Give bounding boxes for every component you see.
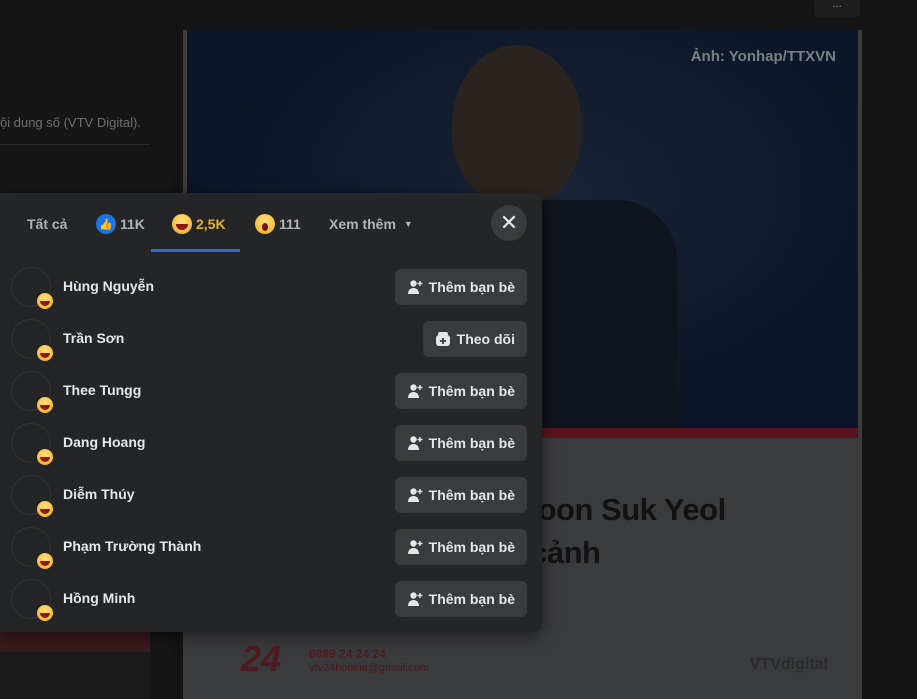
tab-label: Tất cả	[27, 216, 68, 232]
list-item: Hồng Minh Thêm bạn bè	[0, 579, 542, 650]
tab-count: 2,5K	[196, 216, 226, 232]
person-name[interactable]: Thee Tungg	[63, 382, 141, 398]
tab-wow[interactable]: 111	[255, 209, 301, 239]
divider	[0, 144, 150, 145]
caret-down-icon: ▼	[403, 219, 413, 229]
add-friend-button[interactable]: Thêm bạn bè	[394, 269, 527, 305]
add-friend-icon	[407, 540, 423, 554]
contact-info: 0889 24 24 24 vtv24hotline@gmail.com	[309, 648, 429, 675]
follow-button[interactable]: Theo dõi	[422, 321, 527, 357]
top-bar: ...	[0, 0, 917, 30]
button-label: Thêm bạn bè	[428, 435, 515, 451]
button-label: Theo dõi	[456, 331, 515, 347]
close-button[interactable]: ✕	[491, 205, 527, 241]
follow-icon	[435, 332, 450, 346]
button-label: Thêm bạn bè	[428, 591, 515, 607]
add-friend-button[interactable]: Thêm bạn bè	[394, 581, 527, 617]
active-tab-indicator	[151, 249, 240, 252]
person-name[interactable]: Phạm Trường Thành	[63, 538, 201, 554]
haha-icon	[37, 293, 53, 309]
haha-icon	[37, 501, 53, 517]
vtv-digital-logo: VTVdigital	[749, 656, 828, 673]
tab-like[interactable]: 👍 11K	[96, 209, 145, 239]
button-label: Thêm bạn bè	[428, 279, 515, 295]
add-friend-icon	[407, 592, 423, 606]
post-caption-fragment: ội dung số (VTV Digital).	[0, 115, 141, 130]
tab-more[interactable]: Xem thêm ▼	[329, 209, 413, 239]
add-friend-icon	[407, 280, 423, 294]
photo-credit: Ảnh: Yonhap/TTXVN	[690, 48, 836, 65]
add-friend-button[interactable]: Thêm bạn bè	[394, 529, 527, 565]
button-label: Thêm bạn bè	[428, 539, 515, 555]
tab-all[interactable]: Tất cả	[27, 209, 67, 239]
add-friend-button[interactable]: Thêm bạn bè	[394, 425, 527, 461]
add-friend-icon	[407, 488, 423, 502]
reactions-dialog: Tất cả 👍 11K 2,5K 111 Xem thêm ▼ ✕ Hùng Ng…	[0, 193, 542, 632]
tab-count: 111	[279, 216, 301, 232]
add-friend-button[interactable]: Thêm bạn bè	[394, 477, 527, 513]
close-icon: ✕	[499, 210, 519, 235]
haha-icon	[172, 214, 192, 234]
button-label: Thêm bạn bè	[428, 487, 515, 503]
person-name[interactable]: Trần Sơn	[63, 330, 124, 346]
add-friend-icon	[407, 384, 423, 398]
person-name[interactable]: Hồng Minh	[63, 590, 135, 606]
tab-label: Xem thêm	[329, 216, 396, 232]
person-name[interactable]: Dang Hoang	[63, 434, 145, 450]
haha-icon	[37, 605, 53, 621]
person-name[interactable]: Diễm Thúy	[63, 486, 135, 502]
haha-icon	[37, 553, 53, 569]
wow-icon	[255, 214, 275, 234]
button-label: Thêm bạn bè	[428, 383, 515, 399]
person-name[interactable]: Hùng Nguyễn	[63, 278, 154, 294]
email: vtv24hotline@gmail.com	[309, 662, 429, 674]
add-friend-icon	[407, 436, 423, 450]
more-options-button[interactable]: ...	[814, 0, 860, 18]
haha-icon	[37, 397, 53, 413]
like-icon: 👍	[96, 214, 116, 234]
tab-haha[interactable]: 2,5K	[172, 209, 226, 239]
add-friend-button[interactable]: Thêm bạn bè	[394, 373, 527, 409]
haha-icon	[37, 345, 53, 361]
tab-count: 11K	[120, 216, 145, 232]
haha-icon	[37, 449, 53, 465]
